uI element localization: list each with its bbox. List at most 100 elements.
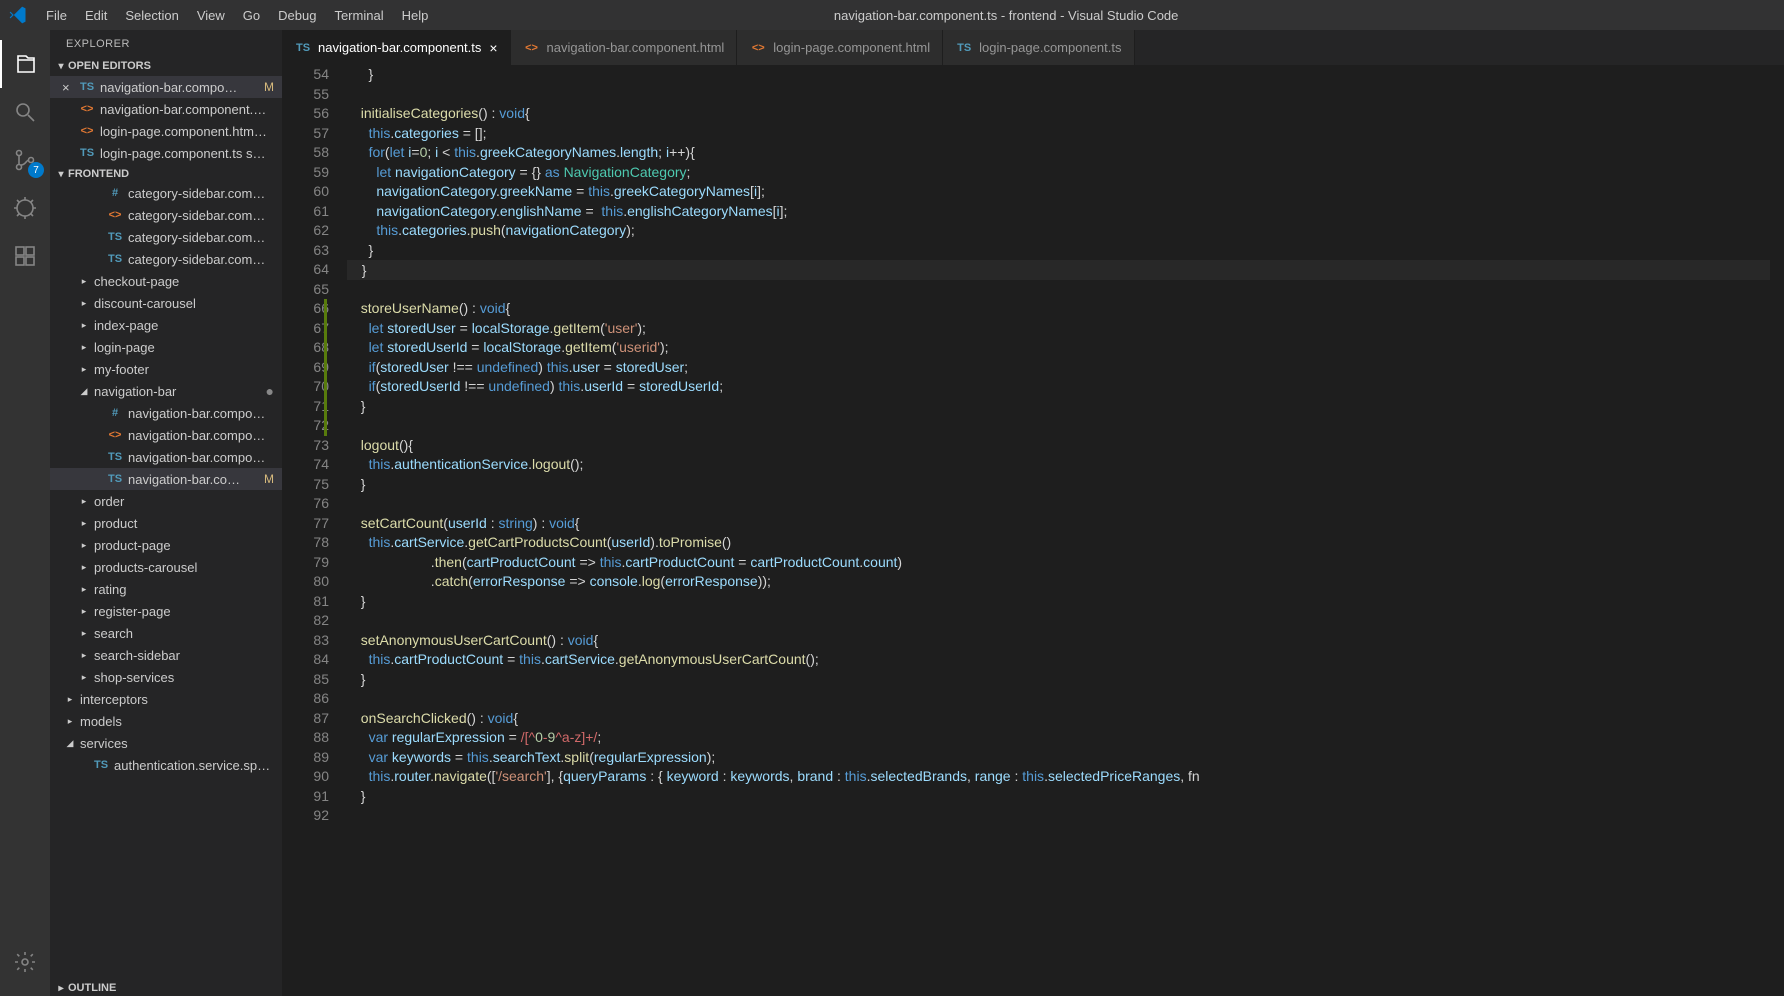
tree-file[interactable]: TSauthentication.service.sp… xyxy=(50,754,282,776)
code-line[interactable]: if(storedUser !== undefined) this.user =… xyxy=(347,358,1770,378)
code-line[interactable]: if(storedUserId !== undefined) this.user… xyxy=(347,377,1770,397)
folder-label: discount-carousel xyxy=(94,296,196,311)
tree-file[interactable]: <>navigation-bar.compo… xyxy=(50,424,282,446)
tree-folder[interactable]: ▸register-page xyxy=(50,600,282,622)
menu-edit[interactable]: Edit xyxy=(77,4,115,27)
editor-tab[interactable]: <>navigation-bar.component.html xyxy=(511,30,738,65)
outline-header[interactable]: ▸OUTLINE xyxy=(50,980,282,996)
titlebar: FileEditSelectionViewGoDebugTerminalHelp… xyxy=(0,0,1784,30)
code-line[interactable]: onSearchClicked() : void{ xyxy=(347,709,1770,729)
tree-file[interactable]: #category-sidebar.com… xyxy=(50,182,282,204)
menu-view[interactable]: View xyxy=(189,4,233,27)
vertical-scrollbar[interactable] xyxy=(1770,65,1784,996)
tree-folder[interactable]: ▸product-page xyxy=(50,534,282,556)
code-line[interactable]: for(let i=0; i < this.greekCategoryNames… xyxy=(347,143,1770,163)
editor-tab[interactable]: <>login-page.component.html xyxy=(737,30,943,65)
code-line[interactable]: } xyxy=(347,475,1770,495)
code-line[interactable]: } xyxy=(347,260,1770,280)
code-line[interactable]: this.cartService.getCartProductsCount(us… xyxy=(347,533,1770,553)
code-line[interactable]: this.cartProductCount = this.cartService… xyxy=(347,650,1770,670)
settings-gear-icon[interactable] xyxy=(0,938,50,986)
tree-folder[interactable]: ▸checkout-page xyxy=(50,270,282,292)
code-line[interactable]: } xyxy=(347,65,1770,85)
open-editor-item[interactable]: <>navigation-bar.component.… xyxy=(50,98,282,120)
code-line[interactable]: .then(cartProductCount => this.cartProdu… xyxy=(347,553,1770,573)
tree-file[interactable]: TSnavigation-bar.compo… xyxy=(50,446,282,468)
search-icon[interactable] xyxy=(0,88,50,136)
code-line[interactable] xyxy=(347,806,1770,826)
tree-folder[interactable]: ▸search xyxy=(50,622,282,644)
tree-file[interactable]: TScategory-sidebar.com… xyxy=(50,248,282,270)
menu-help[interactable]: Help xyxy=(394,4,437,27)
menu-file[interactable]: File xyxy=(38,4,75,27)
code-line[interactable]: let navigationCategory = {} as Navigatio… xyxy=(347,163,1770,183)
tree-folder[interactable]: ▸rating xyxy=(50,578,282,600)
tree-folder[interactable]: ▸interceptors xyxy=(50,688,282,710)
debug-icon[interactable] xyxy=(0,184,50,232)
code-line[interactable]: setCartCount(userId : string) : void{ xyxy=(347,514,1770,534)
code-line[interactable]: navigationCategory.englishName = this.en… xyxy=(347,202,1770,222)
tree-file[interactable]: TSnavigation-bar.co…M xyxy=(50,468,282,490)
editor-tab[interactable]: TSnavigation-bar.component.ts× xyxy=(282,30,511,65)
code-line[interactable] xyxy=(347,689,1770,709)
code-line[interactable]: var regularExpression = /[^0-9^a-z]+/; xyxy=(347,728,1770,748)
tree-file[interactable]: TScategory-sidebar.com… xyxy=(50,226,282,248)
code-line[interactable]: this.authenticationService.logout(); xyxy=(347,455,1770,475)
open-editor-item[interactable]: ×TSnavigation-bar.compo…M xyxy=(50,76,282,98)
tree-folder[interactable]: ▸my-footer xyxy=(50,358,282,380)
close-icon[interactable]: × xyxy=(489,40,497,56)
tree-file[interactable]: #navigation-bar.compo… xyxy=(50,402,282,424)
tree-folder[interactable]: ▸login-page xyxy=(50,336,282,358)
tree-folder[interactable]: ▸index-page xyxy=(50,314,282,336)
explorer-icon[interactable] xyxy=(0,40,50,88)
close-icon[interactable]: × xyxy=(62,80,78,95)
tree-folder[interactable]: ▸products-carousel xyxy=(50,556,282,578)
tree-folder[interactable]: ▸product xyxy=(50,512,282,534)
menu-selection[interactable]: Selection xyxy=(117,4,186,27)
code-line[interactable] xyxy=(347,280,1770,300)
code-line[interactable]: } xyxy=(347,592,1770,612)
code-line[interactable]: initialiseCategories() : void{ xyxy=(347,104,1770,124)
tree-folder[interactable]: ▸shop-services xyxy=(50,666,282,688)
tree-folder[interactable]: ◢navigation-bar● xyxy=(50,380,282,402)
code-line[interactable]: var keywords = this.searchText.split(reg… xyxy=(347,748,1770,768)
code-line[interactable]: this.categories.push(navigationCategory)… xyxy=(347,221,1770,241)
project-header[interactable]: ▾FRONTEND xyxy=(50,166,282,182)
code-line[interactable]: .catch(errorResponse => console.log(erro… xyxy=(347,572,1770,592)
tab-label: login-page.component.html xyxy=(773,40,930,55)
code-line[interactable] xyxy=(347,416,1770,436)
menu-go[interactable]: Go xyxy=(235,4,268,27)
code-line[interactable]: } xyxy=(347,670,1770,690)
editor-tab[interactable]: TSlogin-page.component.ts xyxy=(943,30,1134,65)
code-line[interactable] xyxy=(347,85,1770,105)
tree-folder[interactable]: ▸search-sidebar xyxy=(50,644,282,666)
open-editors-header[interactable]: ▾OPEN EDITORS xyxy=(50,58,282,74)
code-line[interactable]: this.categories = []; xyxy=(347,124,1770,144)
code-line[interactable]: } xyxy=(347,787,1770,807)
code-line[interactable]: setAnonymousUserCartCount() : void{ xyxy=(347,631,1770,651)
menu-debug[interactable]: Debug xyxy=(270,4,324,27)
code-line[interactable]: } xyxy=(347,241,1770,261)
code-line[interactable]: } xyxy=(347,397,1770,417)
open-editor-item[interactable]: <>login-page.component.htm… xyxy=(50,120,282,142)
code-line[interactable] xyxy=(347,494,1770,514)
code-line[interactable]: logout(){ xyxy=(347,436,1770,456)
tree-folder[interactable]: ▸models xyxy=(50,710,282,732)
code-editor[interactable]: 5455565758596061626364656667686970717273… xyxy=(282,65,1784,996)
line-number: 79 xyxy=(282,553,329,573)
tree-file[interactable]: <>category-sidebar.com… xyxy=(50,204,282,226)
code-line[interactable] xyxy=(347,611,1770,631)
code-line[interactable]: navigationCategory.greekName = this.gree… xyxy=(347,182,1770,202)
open-editor-item[interactable]: TSlogin-page.component.ts s… xyxy=(50,142,282,164)
tree-folder[interactable]: ◢services xyxy=(50,732,282,754)
code-line[interactable]: let storedUser = localStorage.getItem('u… xyxy=(347,319,1770,339)
code-line[interactable]: let storedUserId = localStorage.getItem(… xyxy=(347,338,1770,358)
code-content[interactable]: } initialiseCategories() : void{ this.ca… xyxy=(347,65,1770,996)
code-line[interactable]: this.router.navigate(['/search'], {query… xyxy=(347,767,1770,787)
extensions-icon[interactable] xyxy=(0,232,50,280)
code-line[interactable]: storeUserName() : void{ xyxy=(347,299,1770,319)
tree-folder[interactable]: ▸order xyxy=(50,490,282,512)
menu-terminal[interactable]: Terminal xyxy=(326,4,391,27)
source-control-icon[interactable]: 7 xyxy=(0,136,50,184)
tree-folder[interactable]: ▸discount-carousel xyxy=(50,292,282,314)
